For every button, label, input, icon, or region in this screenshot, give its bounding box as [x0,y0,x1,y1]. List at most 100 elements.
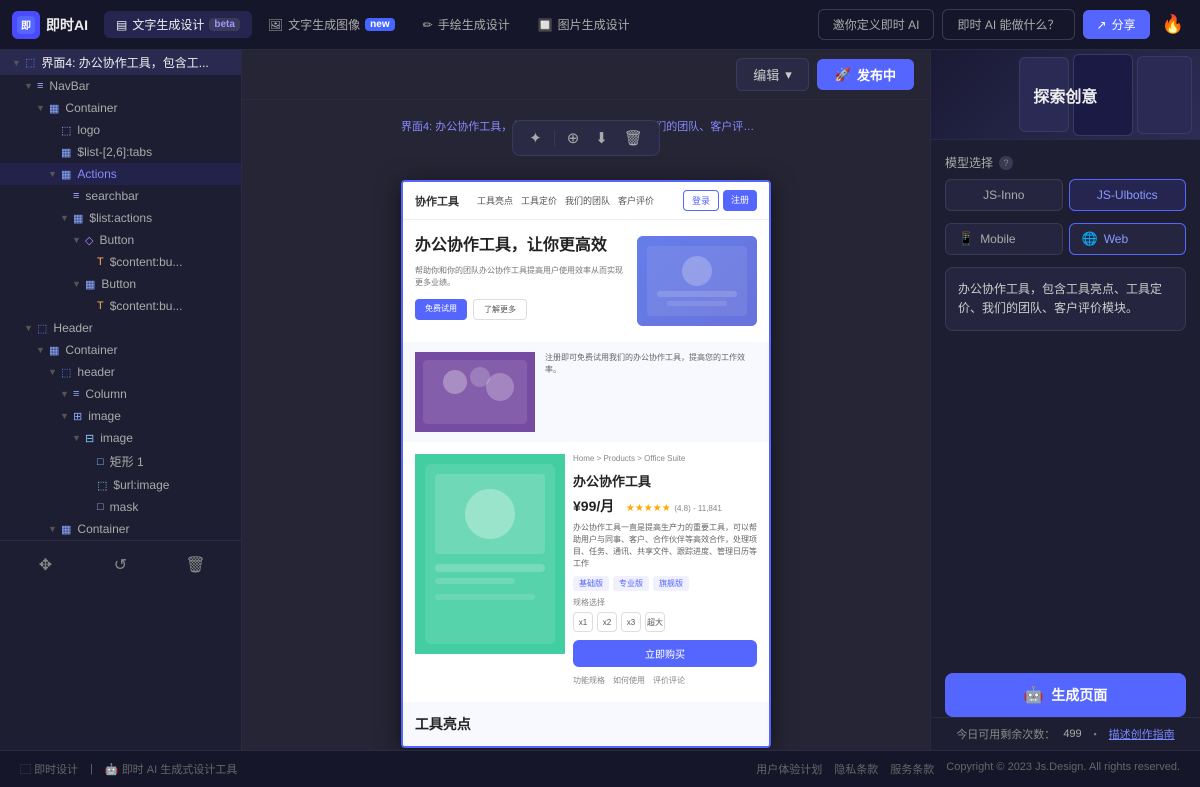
tree-item-label: $content:bu... [110,299,233,313]
tree-item-label: 界面4: 办公协作工具，包含工... [41,54,233,71]
tree-item-12[interactable]: ▼ ⬚ Header [0,317,241,339]
canvas-tool-download[interactable]: ⬇ [591,127,612,149]
tree-item-11[interactable]: T $content:bu... [0,295,241,317]
separator: ・ [1090,726,1101,742]
tree-type-icon: ▦ [85,278,95,291]
tree-item-13[interactable]: ▼ ▦ Container [0,339,241,361]
preview-features: 工具亮点 [403,702,769,746]
tree-item-16[interactable]: ▼ ⊞ image [0,405,241,427]
tree-arrow: ▼ [48,524,56,534]
preview-hero-desc: 帮助你和你的团队办公协作工具提高用户使用效率从而实现更多业绩。 [415,265,627,289]
new-badge: new [365,18,394,31]
publish-button[interactable]: 🚀 发布中 [817,59,914,90]
tree-item-9[interactable]: T $content:bu... [0,251,241,273]
nav-tab-image-design[interactable]: 🔲 图片生成设计 [526,11,642,38]
mobile-icon: 📱 [958,231,974,247]
pricing-breadcrumb: Home > Products > Office Suite [573,454,757,463]
pricing-price-row: ¥99/月 ★★★★★ (4.8) - 11,841 [573,496,757,516]
nav-tab-text-image[interactable]: 🖼 文字生成图像 new [256,11,407,38]
pricing-info-1: 功能规格 [573,675,605,686]
right-panel-body: 模型选择 ? JS-Inno JS-Ulbotics 📱 Mobile 🌐 We… [931,140,1200,673]
explore-banner: 探索创意 [931,50,1200,140]
tree-item-7[interactable]: ▼ ▦ $list:actions [0,207,241,229]
left-panel: ▼ ⬚ 界面4: 办公协作工具，包含工... ▼ ≡ NavBar ▼ ▦ Co… [0,50,242,750]
pricing-sizes: x1 x2 x3 超大 [573,612,757,632]
help-icon[interactable]: ? [999,156,1013,170]
preview-section2-content: 注册即可免费试用我们的办公协作工具，提高您的工作效率。 [545,352,757,376]
guide-link[interactable]: 描述创作指南 [1109,726,1175,742]
tree-item-8[interactable]: ▼ ◇ Button [0,229,241,251]
chevron-down-icon: ▾ [785,67,792,83]
tree-type-icon: ⬚ [37,322,47,335]
tree-item-1[interactable]: ▼ ≡ NavBar [0,75,241,97]
preview-hero-btn2: 了解更多 [473,299,527,320]
preview-section2: 注册即可免费试用我们的办公协作工具，提高您的工作效率。 [403,342,769,442]
pricing-size-3: x3 [621,612,641,632]
edit-button[interactable]: 编辑 ▾ [736,58,809,91]
generate-button[interactable]: 🤖 生成页面 [945,673,1186,717]
pricing-tag-3: 旗舰版 [653,576,689,591]
preview-link-3: 我们的团队 [565,194,610,207]
tree-type-icon: ≡ [73,388,79,400]
footer-link-terms[interactable]: 服务条款 [890,761,934,777]
tree-type-icon: T [97,256,104,268]
tree-item-21[interactable]: ▼ ▦ Container [0,518,241,540]
tree-item-15[interactable]: ▼ ≡ Column [0,383,241,405]
what-ai-button[interactable]: 即时 AI 能做什么？ [942,9,1074,40]
tree-type-icon: ⬚ [97,479,107,492]
tree-item-2[interactable]: ▼ ▦ Container [0,97,241,119]
pricing-tags: 基础版 专业版 旗舰版 [573,576,757,591]
tree-item-label: Column [85,387,233,401]
pricing-size-2: x2 [597,612,617,632]
rotate-tool-button[interactable]: ↺ [105,549,137,581]
tree-item-4[interactable]: ▦ $list-[2,6]:tabs [0,141,241,163]
move-tool-button[interactable]: ✥ [30,549,62,581]
model-card-inno[interactable]: JS-Inno [945,179,1063,211]
nav-tab-sketch[interactable]: ✏ 手绘生成设计 [411,11,522,38]
footer-link-experience[interactable]: 用户体验计划 [756,761,822,777]
model-section-label: 模型选择 ? [945,154,1186,171]
preview-link-4: 客户评价 [618,194,654,207]
tree-item-label: Actions [77,167,233,181]
svg-text:即: 即 [21,20,31,32]
footer-link-privacy[interactable]: 隐私条款 [834,761,878,777]
tree-item-20[interactable]: □ mask [0,496,241,518]
tree-item-17[interactable]: ▼ ⊟ image [0,427,241,449]
brand: 即 即时AI [12,11,88,39]
tree-item-5[interactable]: ▼ ▦ Actions [0,163,241,185]
description-area: 办公协作工具，包含工具亮点、工具定价、我们的团队、客户评价模块。 [945,267,1186,331]
device-web[interactable]: 🌐 Web [1069,223,1187,255]
tree-item-10[interactable]: ▼ ▦ Button [0,273,241,295]
tree-item-0[interactable]: ▼ ⬚ 界面4: 办公协作工具，包含工... [0,50,241,75]
device-mobile[interactable]: 📱 Mobile [945,223,1063,255]
tree-item-3[interactable]: ⬚ logo [0,119,241,141]
tree-item-label: Button [101,277,233,291]
pricing-price: ¥99/月 [573,498,614,514]
top-navigation: 即 即时AI ▤ 文字生成设计 beta 🖼 文字生成图像 new ✏ 手绘生成… [0,0,1200,50]
tree-arrow: ▼ [24,323,32,333]
custom-ai-button[interactable]: 邀你定义即时 AI [818,9,935,40]
delete-tool-button[interactable]: 🗑 [180,549,212,581]
nav-tab-text-design[interactable]: ▤ 文字生成设计 beta [104,11,252,38]
footer-copyright: Copyright © 2023 Js.Design. All rights r… [946,761,1180,777]
footer-right: 用户体验计划 隐私条款 服务条款 Copyright © 2023 Js.Des… [756,761,1180,777]
canvas-tool-copy[interactable]: ⊕ [563,127,584,149]
tree-type-icon: ▦ [73,212,83,225]
tree-type-icon: ▦ [61,523,71,536]
tree-item-18[interactable]: □ 矩形 1 [0,449,241,474]
pricing-size-label: 规格选择 [573,597,757,608]
fire-button[interactable]: 🔥 [1158,10,1188,39]
tree-item-label: searchbar [85,189,233,203]
model-card-ulbotics[interactable]: JS-Ulbotics [1069,179,1187,211]
tree-item-6[interactable]: ≡ searchbar [0,185,241,207]
canvas-tool-delete[interactable]: 🗑 [620,127,647,149]
explore-text: 探索创意 [1033,83,1097,107]
tree-type-icon: T [97,300,104,312]
share-button[interactable]: ↗ 分享 [1083,10,1150,39]
canvas-tool-move[interactable]: ✦ [525,127,546,149]
features-title: 工具亮点 [415,714,757,734]
tree-item-14[interactable]: ▼ ⬚ header [0,361,241,383]
tree-arrow: ▼ [72,235,80,245]
pricing-stars: ★★★★★ [626,503,671,514]
tree-item-19[interactable]: ⬚ $url:image [0,474,241,496]
